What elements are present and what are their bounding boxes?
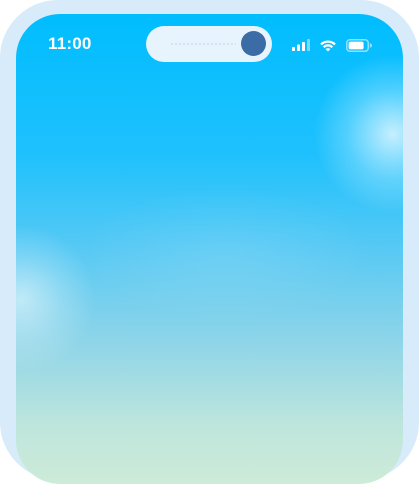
wallpaper-glow-center [76, 184, 376, 324]
cellular-signal-icon [292, 39, 310, 51]
phone-frame: 11:00 [0, 0, 419, 484]
dynamic-island[interactable] [146, 26, 272, 62]
island-sensor-dots [170, 43, 236, 45]
wifi-icon [319, 39, 337, 52]
wallpaper-glow-right [313, 54, 403, 214]
status-bar-icons [292, 37, 372, 53]
battery-icon [346, 38, 372, 52]
status-bar-time: 11:00 [48, 34, 92, 53]
home-screen [16, 14, 403, 484]
front-camera-icon [241, 31, 266, 56]
